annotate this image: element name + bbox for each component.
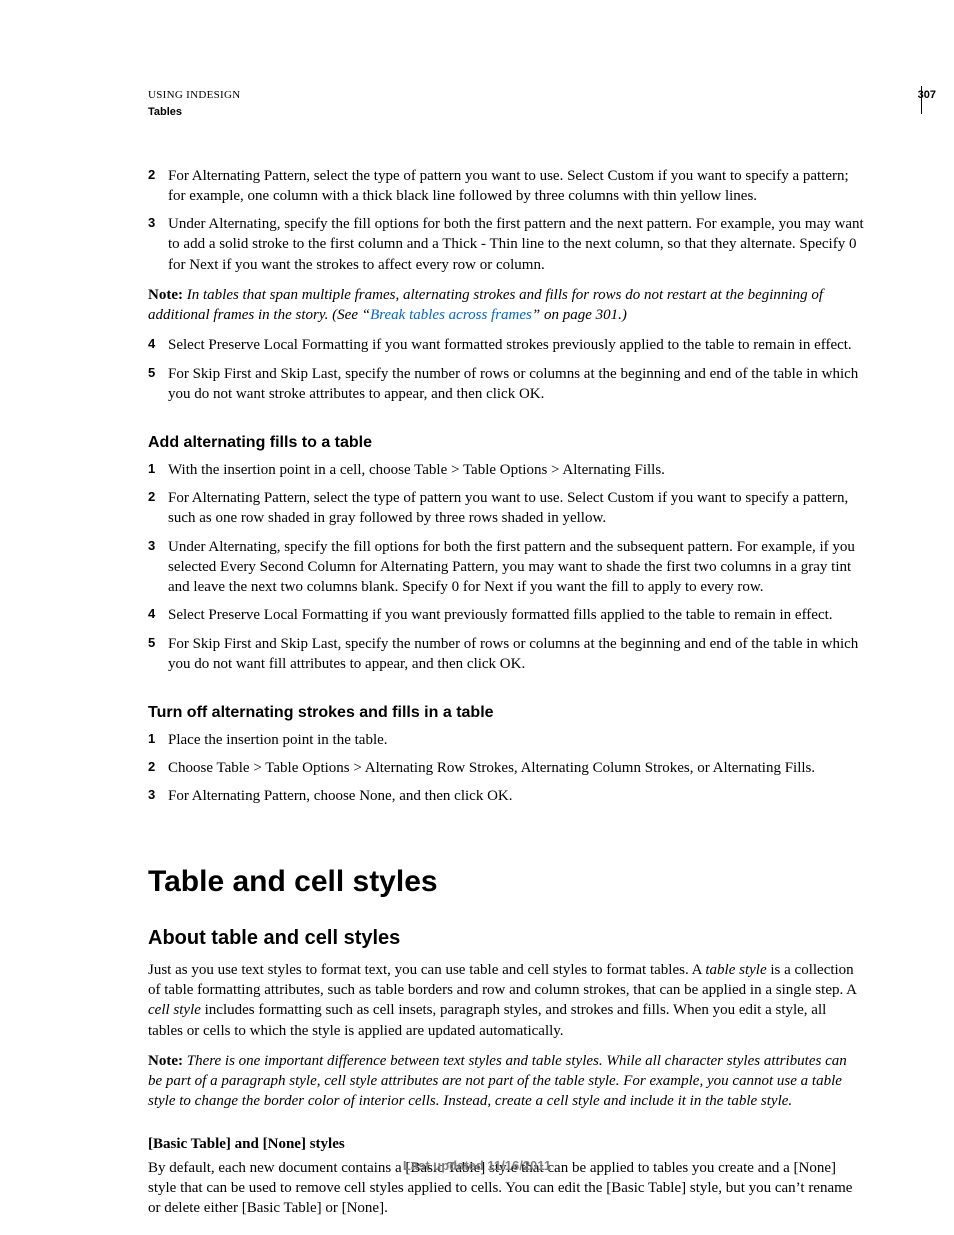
step-text: Choose Table > Table Options > Alternati… xyxy=(168,760,815,776)
step-text: With the insertion point in a cell, choo… xyxy=(168,462,665,478)
step-item: 5 For Skip First and Skip Last, specify t… xyxy=(148,634,864,675)
step-text: For Alternating Pattern, select the type… xyxy=(168,168,849,204)
step-text: For Skip First and Skip Last, specify th… xyxy=(168,636,858,672)
step-text: Place the insertion point in the table. xyxy=(168,732,388,748)
link-break-tables[interactable]: Break tables across frames xyxy=(370,307,532,323)
italic-term: cell style xyxy=(148,1002,201,1018)
subheading-basic-table: [Basic Table] and [None] styles xyxy=(148,1134,864,1154)
heading-turn-off: Turn off alternating strokes and fills i… xyxy=(148,702,864,724)
step-item: 1 With the insertion point in a cell, cho… xyxy=(148,460,864,480)
steps-list: 2 For Alternating Pattern, select the typ… xyxy=(148,166,864,275)
step-item: 4 Select Preserve Local Formatting if you… xyxy=(148,605,864,625)
heading-about-styles: About table and cell styles xyxy=(148,925,864,952)
step-number: 3 xyxy=(148,214,155,232)
footer-last-updated: Last updated 11/16/2011 xyxy=(0,1157,954,1175)
step-item: 3 Under Alternating, specify the fill opt… xyxy=(148,214,864,275)
step-number: 1 xyxy=(148,730,155,748)
steps-list: 1 Place the insertion point in the table.… xyxy=(148,730,864,807)
steps-list: 1 With the insertion point in a cell, cho… xyxy=(148,460,864,674)
note-paragraph: Note: In tables that span multiple frame… xyxy=(148,285,864,326)
step-text: Select Preserve Local Formatting if you … xyxy=(168,337,852,353)
step-item: 3 Under Alternating, specify the fill opt… xyxy=(148,537,864,598)
step-item: 4 Select Preserve Local Formatting if you… xyxy=(148,335,864,355)
content-area: 2 For Alternating Pattern, select the typ… xyxy=(148,166,864,1219)
heading-add-fills: Add alternating fills to a table xyxy=(148,432,864,454)
step-number: 2 xyxy=(148,758,155,776)
step-item: 2 For Alternating Pattern, select the typ… xyxy=(148,166,864,207)
heading-table-cell-styles: Table and cell styles xyxy=(148,862,864,903)
step-text: Under Alternating, specify the fill opti… xyxy=(168,216,864,273)
step-number: 5 xyxy=(148,364,155,382)
note-text: There is one important difference betwee… xyxy=(148,1053,847,1110)
text: includes formatting such as cell insets,… xyxy=(148,1002,826,1038)
step-number: 3 xyxy=(148,537,155,555)
paragraph: Just as you use text styles to format te… xyxy=(148,960,864,1041)
step-item: 2 For Alternating Pattern, select the typ… xyxy=(148,488,864,529)
steps-list: 4 Select Preserve Local Formatting if you… xyxy=(148,335,864,404)
step-number: 4 xyxy=(148,605,155,623)
step-number: 3 xyxy=(148,786,155,804)
step-text: For Alternating Pattern, choose None, an… xyxy=(168,788,513,804)
step-item: 3 For Alternating Pattern, choose None, a… xyxy=(148,786,864,806)
header-line-2: Tables xyxy=(148,105,864,120)
note-prefix: Note: xyxy=(148,1053,183,1069)
page: USING INDESIGN Tables 307 2 For Alternati… xyxy=(0,0,954,1235)
note-text: ” on page 301.) xyxy=(532,307,627,323)
step-number: 5 xyxy=(148,634,155,652)
step-item: 2 Choose Table > Table Options > Alternat… xyxy=(148,758,864,778)
step-text: Select Preserve Local Formatting if you … xyxy=(168,607,833,623)
step-item: 1 Place the insertion point in the table. xyxy=(148,730,864,750)
note-prefix: Note: xyxy=(148,287,183,303)
step-text: For Alternating Pattern, select the type… xyxy=(168,490,848,526)
header-line-1: USING INDESIGN xyxy=(148,88,864,103)
step-text: For Skip First and Skip Last, specify th… xyxy=(168,366,858,402)
step-text: Under Alternating, specify the fill opti… xyxy=(168,539,855,596)
step-number: 4 xyxy=(148,335,155,353)
step-number: 1 xyxy=(148,460,155,478)
step-item: 5 For Skip First and Skip Last, specify t… xyxy=(148,364,864,405)
page-number: 307 xyxy=(918,88,936,103)
page-header: USING INDESIGN Tables 307 xyxy=(148,88,864,120)
step-number: 2 xyxy=(148,166,155,184)
step-number: 2 xyxy=(148,488,155,506)
note-paragraph: Note: There is one important difference … xyxy=(148,1051,864,1112)
italic-term: table style xyxy=(705,962,766,978)
text: Just as you use text styles to format te… xyxy=(148,962,705,978)
